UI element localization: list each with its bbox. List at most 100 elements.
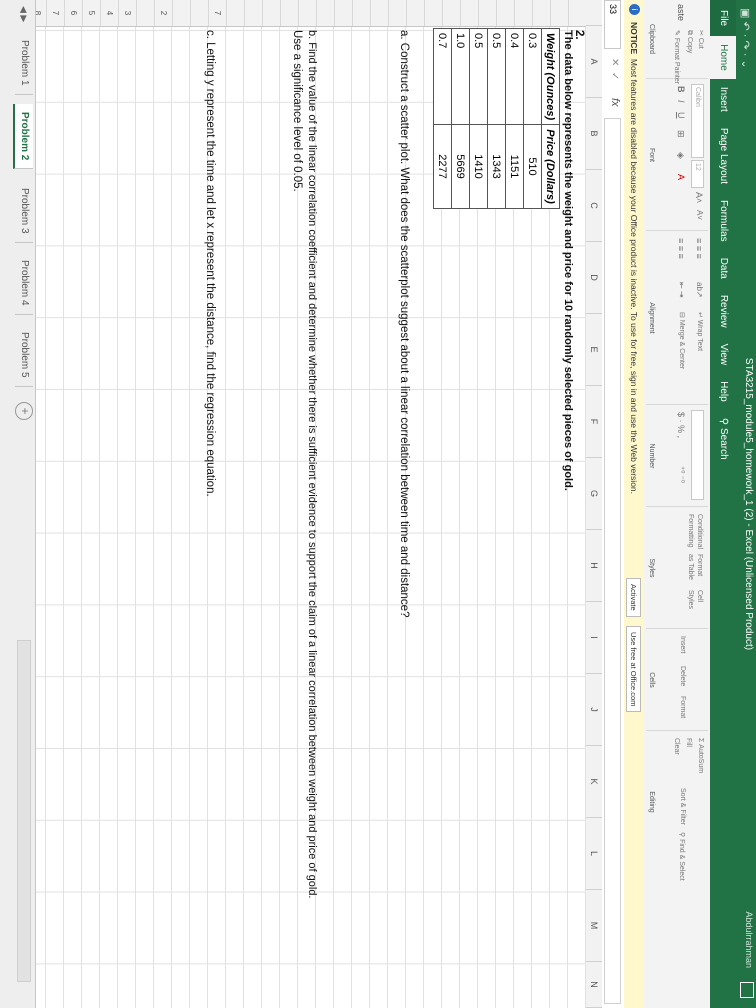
row-header[interactable]: 6 [64, 0, 82, 26]
row-header[interactable] [262, 0, 280, 26]
horizontal-scrollbar[interactable] [17, 640, 31, 982]
sheet-tab-problem-1[interactable]: Problem 1 [15, 32, 33, 95]
ribbon-display-icon[interactable] [740, 982, 754, 998]
column-header[interactable]: G [586, 458, 602, 530]
column-header[interactable]: A [586, 26, 602, 98]
tab-insert[interactable]: Insert [710, 79, 736, 120]
sheet-nav-arrows[interactable]: ◀ ▶ [18, 6, 29, 22]
weight-cell[interactable]: 1.0 [451, 28, 470, 125]
row-header[interactable]: 4 [100, 0, 118, 26]
row-header[interactable] [460, 0, 478, 26]
borders-icon[interactable]: ⊞ [675, 130, 686, 138]
row-header[interactable]: 7 [46, 0, 64, 26]
column-header[interactable]: L [586, 818, 602, 890]
select-all-corner[interactable] [586, 0, 602, 26]
row-header[interactable] [388, 0, 406, 26]
row-header[interactable] [226, 0, 244, 26]
tab-page-layout[interactable]: Page Layout [710, 120, 736, 192]
use-free-button[interactable]: Use free at Office.com [626, 626, 641, 713]
row-header[interactable] [190, 0, 208, 26]
price-cell[interactable]: 2277 [433, 124, 452, 209]
cancel-check-icons[interactable]: ✕ ✓ [609, 58, 620, 80]
price-cell[interactable]: 1343 [487, 124, 506, 209]
orientation-icon[interactable]: ab↗ [695, 282, 704, 298]
part-b-significance[interactable]: Use a significance level of 0.05. [291, 30, 303, 192]
part-b-text[interactable]: b. Find the value of the linear correlat… [306, 30, 318, 899]
align-top-icon[interactable]: ≡ ≡ ≡ [694, 238, 704, 259]
sheet-tab-problem-3[interactable]: Problem 3 [15, 180, 33, 243]
column-header[interactable]: I [586, 602, 602, 674]
format-cells-button[interactable]: Format [679, 696, 686, 718]
font-size-box[interactable]: 12 [691, 160, 704, 188]
format-painter-button[interactable]: ✎ Format Painter [673, 30, 681, 84]
cut-button[interactable]: ✂ Cut [697, 30, 705, 49]
currency-button[interactable]: $ · % , [676, 412, 686, 438]
number-format-box[interactable] [691, 410, 704, 500]
add-sheet-icon[interactable]: + [15, 402, 33, 420]
italic-button[interactable]: I [676, 100, 686, 103]
fill-button[interactable]: Fill [685, 738, 692, 747]
conditional-formatting-button[interactable]: Conditional Formatting [686, 514, 704, 549]
column-header[interactable]: D [586, 242, 602, 314]
row-header[interactable] [424, 0, 442, 26]
sheet-tab-problem-2[interactable]: Problem 2 [13, 104, 33, 170]
paste-button[interactable]: aste [676, 4, 686, 21]
sheet-tab-problem-4[interactable]: Problem 4 [15, 252, 33, 315]
function-icon[interactable]: fx [609, 98, 621, 107]
weight-cell[interactable]: 0.5 [487, 28, 506, 125]
column-header[interactable]: K [586, 746, 602, 818]
decimal-icon[interactable]: ⁺⁰ ⁻⁰ [677, 466, 686, 483]
part-a-text[interactable]: a. Construct a scatter plot. What does t… [398, 30, 410, 617]
row-header[interactable] [244, 0, 262, 26]
row-header[interactable] [532, 0, 550, 26]
grow-font-icon[interactable]: A˄ [694, 192, 704, 203]
weight-cell[interactable]: 0.3 [523, 28, 542, 125]
tab-file[interactable]: File [710, 0, 736, 37]
formula-input[interactable] [604, 118, 621, 1004]
autosum-button[interactable]: Σ AutoSum [697, 738, 704, 773]
problem-intro[interactable]: The data below represents the weight and… [562, 30, 574, 491]
weight-cell[interactable]: 0.4 [505, 28, 524, 125]
row-header[interactable] [334, 0, 352, 26]
clear-button[interactable]: Clear [673, 738, 680, 755]
merge-center-button[interactable]: ⊟ Merge & Center [678, 312, 686, 369]
wrap-text-button[interactable]: ↵ Wrap Text [696, 312, 704, 351]
row-header[interactable] [370, 0, 388, 26]
shrink-font-icon[interactable]: A˅ [695, 210, 704, 220]
tab-view[interactable]: View [710, 336, 736, 374]
row-header[interactable] [496, 0, 514, 26]
row-header[interactable]: 2 [154, 0, 172, 26]
tab-data[interactable]: Data [710, 250, 736, 287]
row-header[interactable] [352, 0, 370, 26]
row-header[interactable]: 3 [118, 0, 136, 26]
tab-formulas[interactable]: Formulas [710, 192, 736, 250]
price-cell[interactable]: 1410 [469, 124, 488, 209]
row-header[interactable] [442, 0, 460, 26]
tab-home[interactable]: Home [710, 36, 736, 79]
weight-cell[interactable]: 0.5 [469, 28, 488, 125]
sheet-tab-problem-5[interactable]: Problem 5 [15, 324, 33, 387]
activate-button[interactable]: Activate [626, 578, 641, 617]
column-header[interactable]: H [586, 530, 602, 602]
row-header[interactable] [280, 0, 298, 26]
indent-icon[interactable]: ⇤ ⇥ [677, 282, 686, 298]
row-header[interactable] [136, 0, 154, 26]
column-header[interactable]: B [586, 98, 602, 170]
bold-button[interactable]: B [676, 86, 686, 93]
column-header[interactable]: E [586, 314, 602, 386]
font-color-icon[interactable]: A [676, 174, 686, 180]
copy-button[interactable]: ⧉ Copy [685, 30, 693, 53]
align-left-icon[interactable]: ≡ ≡ ≡ [676, 238, 686, 259]
column-header[interactable]: F [586, 386, 602, 458]
tab-search[interactable]: ⚲ Search [710, 410, 736, 468]
cell-styles-button[interactable]: Cell Styles [686, 590, 704, 620]
find-select-button[interactable]: ⚲ Find & Select [678, 832, 686, 881]
row-header[interactable] [478, 0, 496, 26]
price-header[interactable]: Price (Dollars) [541, 124, 560, 209]
delete-cells-button[interactable]: Delete [679, 666, 686, 686]
row-header[interactable] [568, 0, 586, 26]
column-header[interactable]: M [586, 890, 602, 962]
weight-header[interactable]: Weight (Ounces) [541, 28, 560, 125]
tab-review[interactable]: Review [710, 287, 736, 336]
fill-color-icon[interactable]: ◈ [675, 152, 686, 159]
